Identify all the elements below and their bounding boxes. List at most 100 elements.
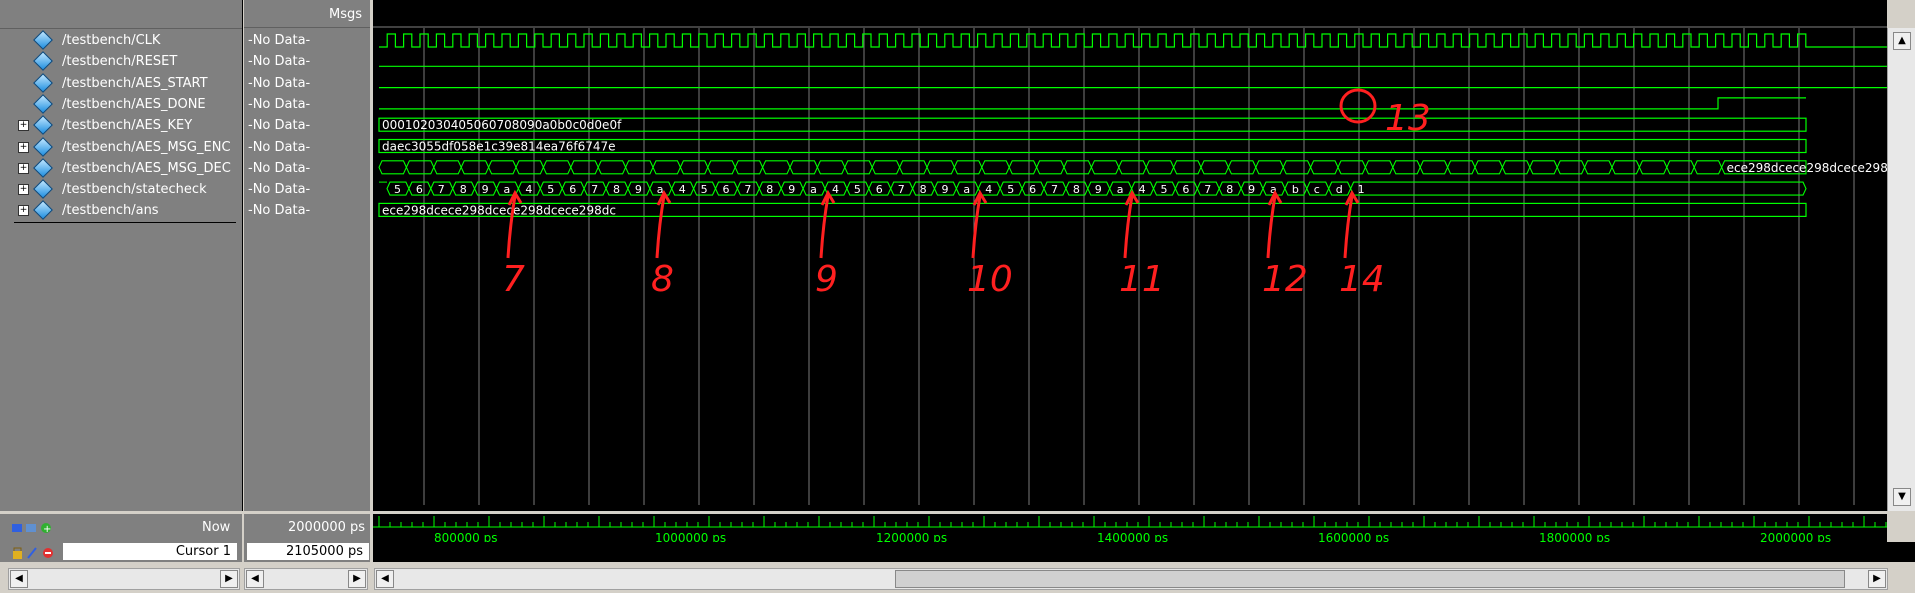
statecheck-value: 4 [1139,183,1146,196]
aes-key-value: 000102030405060708090a0b0c0d0e0f [382,118,622,132]
aes-msg-dec-segment [487,160,517,175]
names-scroll-left[interactable]: ◀ [10,570,28,588]
waveform-canvas: 000102030405060708090a0b0c0d0e0f daec3055… [378,28,1887,505]
statecheck-value: 5 [547,183,554,196]
signal-row[interactable]: +/testbench/AES_KEY [0,115,192,136]
wave-panel[interactable]: 000102030405060708090a0b0c0d0e0f daec3055… [373,0,1887,511]
aes-msg-dec-segment [1145,160,1175,175]
annotation-label: 8 [651,259,674,300]
signal-value: -No Data- [248,96,311,112]
statecheck-value: 5 [1161,183,1168,196]
aes-msg-dec-segment [953,160,983,175]
cursor-name-field[interactable]: Cursor 1 [62,542,238,561]
aes-msg-dec-segment [1419,160,1449,175]
msgs-scroll-left[interactable]: ◀ [246,570,264,588]
aes-msg-dec-segment [734,160,764,175]
vertical-scrollbar[interactable]: ▲ ▼ [1887,28,1915,511]
signal-row[interactable]: /testbench/RESET [0,51,177,72]
statecheck-value: 8 [920,183,927,196]
names-scroll-right[interactable]: ▶ [220,570,238,588]
annotation-label: 10 [967,259,1013,300]
signal-value: -No Data- [248,75,311,91]
aes-msg-dec-segment [1008,160,1038,175]
signal-row[interactable]: /testbench/AES_START [0,72,208,94]
aes-msg-enc-value: daec3055df058e1c39e814ea76f6747e [382,140,616,154]
cursor-row [373,542,1915,562]
signal-name: /testbench/RESET [62,54,178,70]
msgs-scroll-right[interactable]: ▶ [348,570,366,588]
aes-msg-dec-segment [1583,160,1613,175]
statecheck-value: 6 [1029,183,1036,196]
signal-name: /testbench/AES_DONE [62,96,206,112]
signal-row[interactable]: +/testbench/AES_MSG_DEC [0,157,231,179]
aes-msg-dec-segment [1693,160,1723,175]
aes-msg-dec-segment [1227,160,1257,175]
aes-msg-dec-segment [1666,160,1695,175]
aes-msg-dec-segment [761,160,791,175]
aes-msg-dec-segment [542,160,572,175]
now-tools[interactable]: + [12,520,58,535]
scroll-up-button[interactable]: ▲ [1893,32,1911,50]
statecheck-value: 4 [525,183,532,196]
statecheck-value: a [810,183,817,196]
aes-msg-dec-segment [460,160,490,175]
time-tools-icon: + [12,523,51,535]
bottom-bar: + Now Cursor 1 2000000 ps 2105000 ps 800… [0,511,1915,593]
msgs-hscrollbar[interactable]: ◀ ▶ [244,568,368,590]
names-hscrollbar[interactable]: ◀ ▶ [8,568,240,590]
statecheck-value: 4 [679,183,686,196]
annotation-label: 14 [1339,259,1385,300]
expand-icon[interactable]: + [18,162,29,174]
aes-msg-dec-segment [816,160,846,175]
expand-icon[interactable]: + [18,120,29,132]
signal-value: -No Data- [248,182,311,198]
annotation-arrow [1266,195,1277,259]
aes-done-wave [379,97,1806,110]
statecheck-value: 9 [1248,183,1255,196]
aes-msg-dec-segment [1364,160,1394,175]
expand-icon[interactable]: + [18,205,29,217]
signal-value: -No Data- [248,33,311,48]
signal-value: -No Data- [248,160,311,176]
wave-scroll-thumb[interactable] [895,570,1845,588]
now-value: 2000000 ps [288,520,366,535]
statecheck-value: a [1117,183,1124,196]
signal-value: -No Data- [248,118,311,134]
signal-row[interactable]: + /testbench/statecheck [0,179,207,200]
statecheck-value: 9 [1095,183,1102,196]
expand-icon[interactable]: + [18,184,29,196]
statecheck-value: 5 [394,183,401,196]
aes-msg-dec-segment [433,160,462,175]
signal-row[interactable]: +/testbench/ans [0,200,159,221]
signal-row[interactable]: /testbench/AES_DONE [0,93,206,115]
aes-msg-dec-segment [844,160,873,175]
aes-msg-dec-segment [898,160,928,175]
signal-row[interactable]: /testbench/CLK [0,30,160,51]
statecheck-value: 6 [416,183,423,196]
scroll-down-button[interactable]: ▼ [1893,488,1911,506]
statecheck-value: 1 [1358,183,1365,196]
wave-hscrollbar[interactable]: ◀ ▶ [374,568,1888,590]
signal-names-panel: /testbench/CLK/testbench/RESET/testbench… [0,0,243,511]
expand-icon[interactable]: + [18,141,29,153]
wave-scroll-left[interactable]: ◀ [376,570,394,588]
signal-row[interactable]: +/testbench/AES_MSG_ENC [0,136,231,158]
aes-msg-dec-segment [515,160,545,175]
aes-msg-dec-segment [1282,160,1312,175]
wave-scroll-right[interactable]: ▶ [1868,570,1886,588]
aes-msg-dec-segment [1118,160,1147,175]
aes-msg-dec-segment [1611,160,1641,175]
aes-msg-dec-segment [652,160,682,175]
aes-msg-dec-segment [926,160,956,175]
cursor-value-field[interactable]: 2105000 ps [246,542,370,561]
aes-msg-dec-segment [1474,160,1504,175]
cursor-value: 2105000 ps [285,544,363,559]
statecheck-value: 9 [482,183,489,196]
aes-msg-dec-segment [707,160,736,175]
statecheck-value: 4 [985,183,992,196]
cursor-name: Cursor 1 [175,544,231,559]
annotation-arrow [1123,195,1134,259]
cursor-tools[interactable] [12,545,58,559]
statecheck-value: a [963,183,970,196]
aes-msg-dec-segment [1200,160,1230,175]
